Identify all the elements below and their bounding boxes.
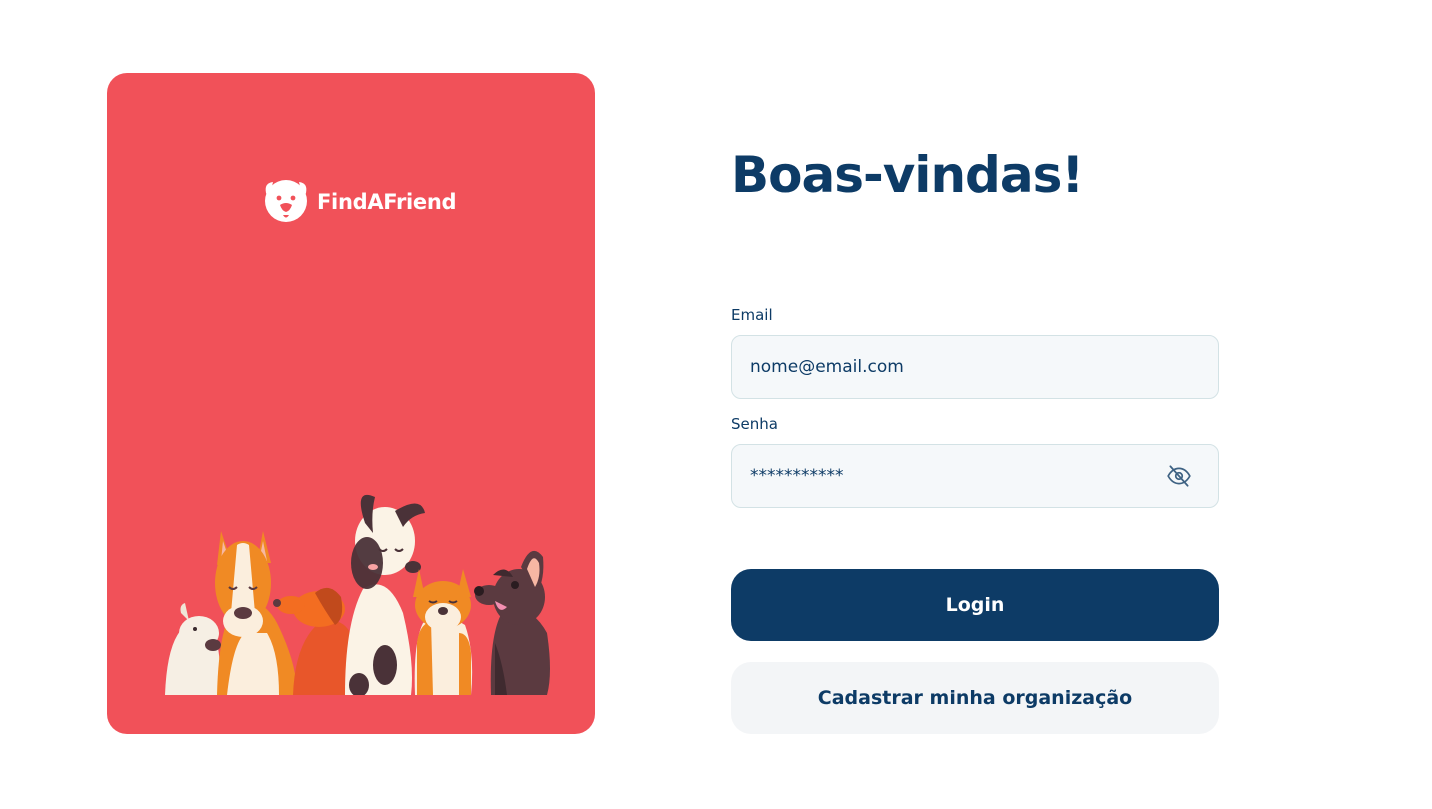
eye-off-icon[interactable] xyxy=(1164,461,1194,491)
password-field-container xyxy=(731,444,1219,508)
brand-name: FindAFriend xyxy=(317,190,457,214)
email-field-container xyxy=(731,335,1219,399)
page-title: Boas-vindas! xyxy=(731,146,1084,204)
email-field[interactable] xyxy=(750,357,1200,377)
password-label: Senha xyxy=(731,415,778,433)
email-label: Email xyxy=(731,306,773,324)
login-button[interactable]: Login xyxy=(731,569,1219,641)
brand: FindAFriend xyxy=(263,179,457,225)
login-form: Boas-vindas! Email Senha Login Cadastrar… xyxy=(731,0,1219,809)
password-field[interactable] xyxy=(750,466,1154,486)
hero-card: FindAFriend xyxy=(107,73,595,734)
dogs-illustration xyxy=(165,494,550,695)
register-organization-button[interactable]: Cadastrar minha organização xyxy=(731,662,1219,734)
dog-face-logo-icon xyxy=(265,180,307,222)
